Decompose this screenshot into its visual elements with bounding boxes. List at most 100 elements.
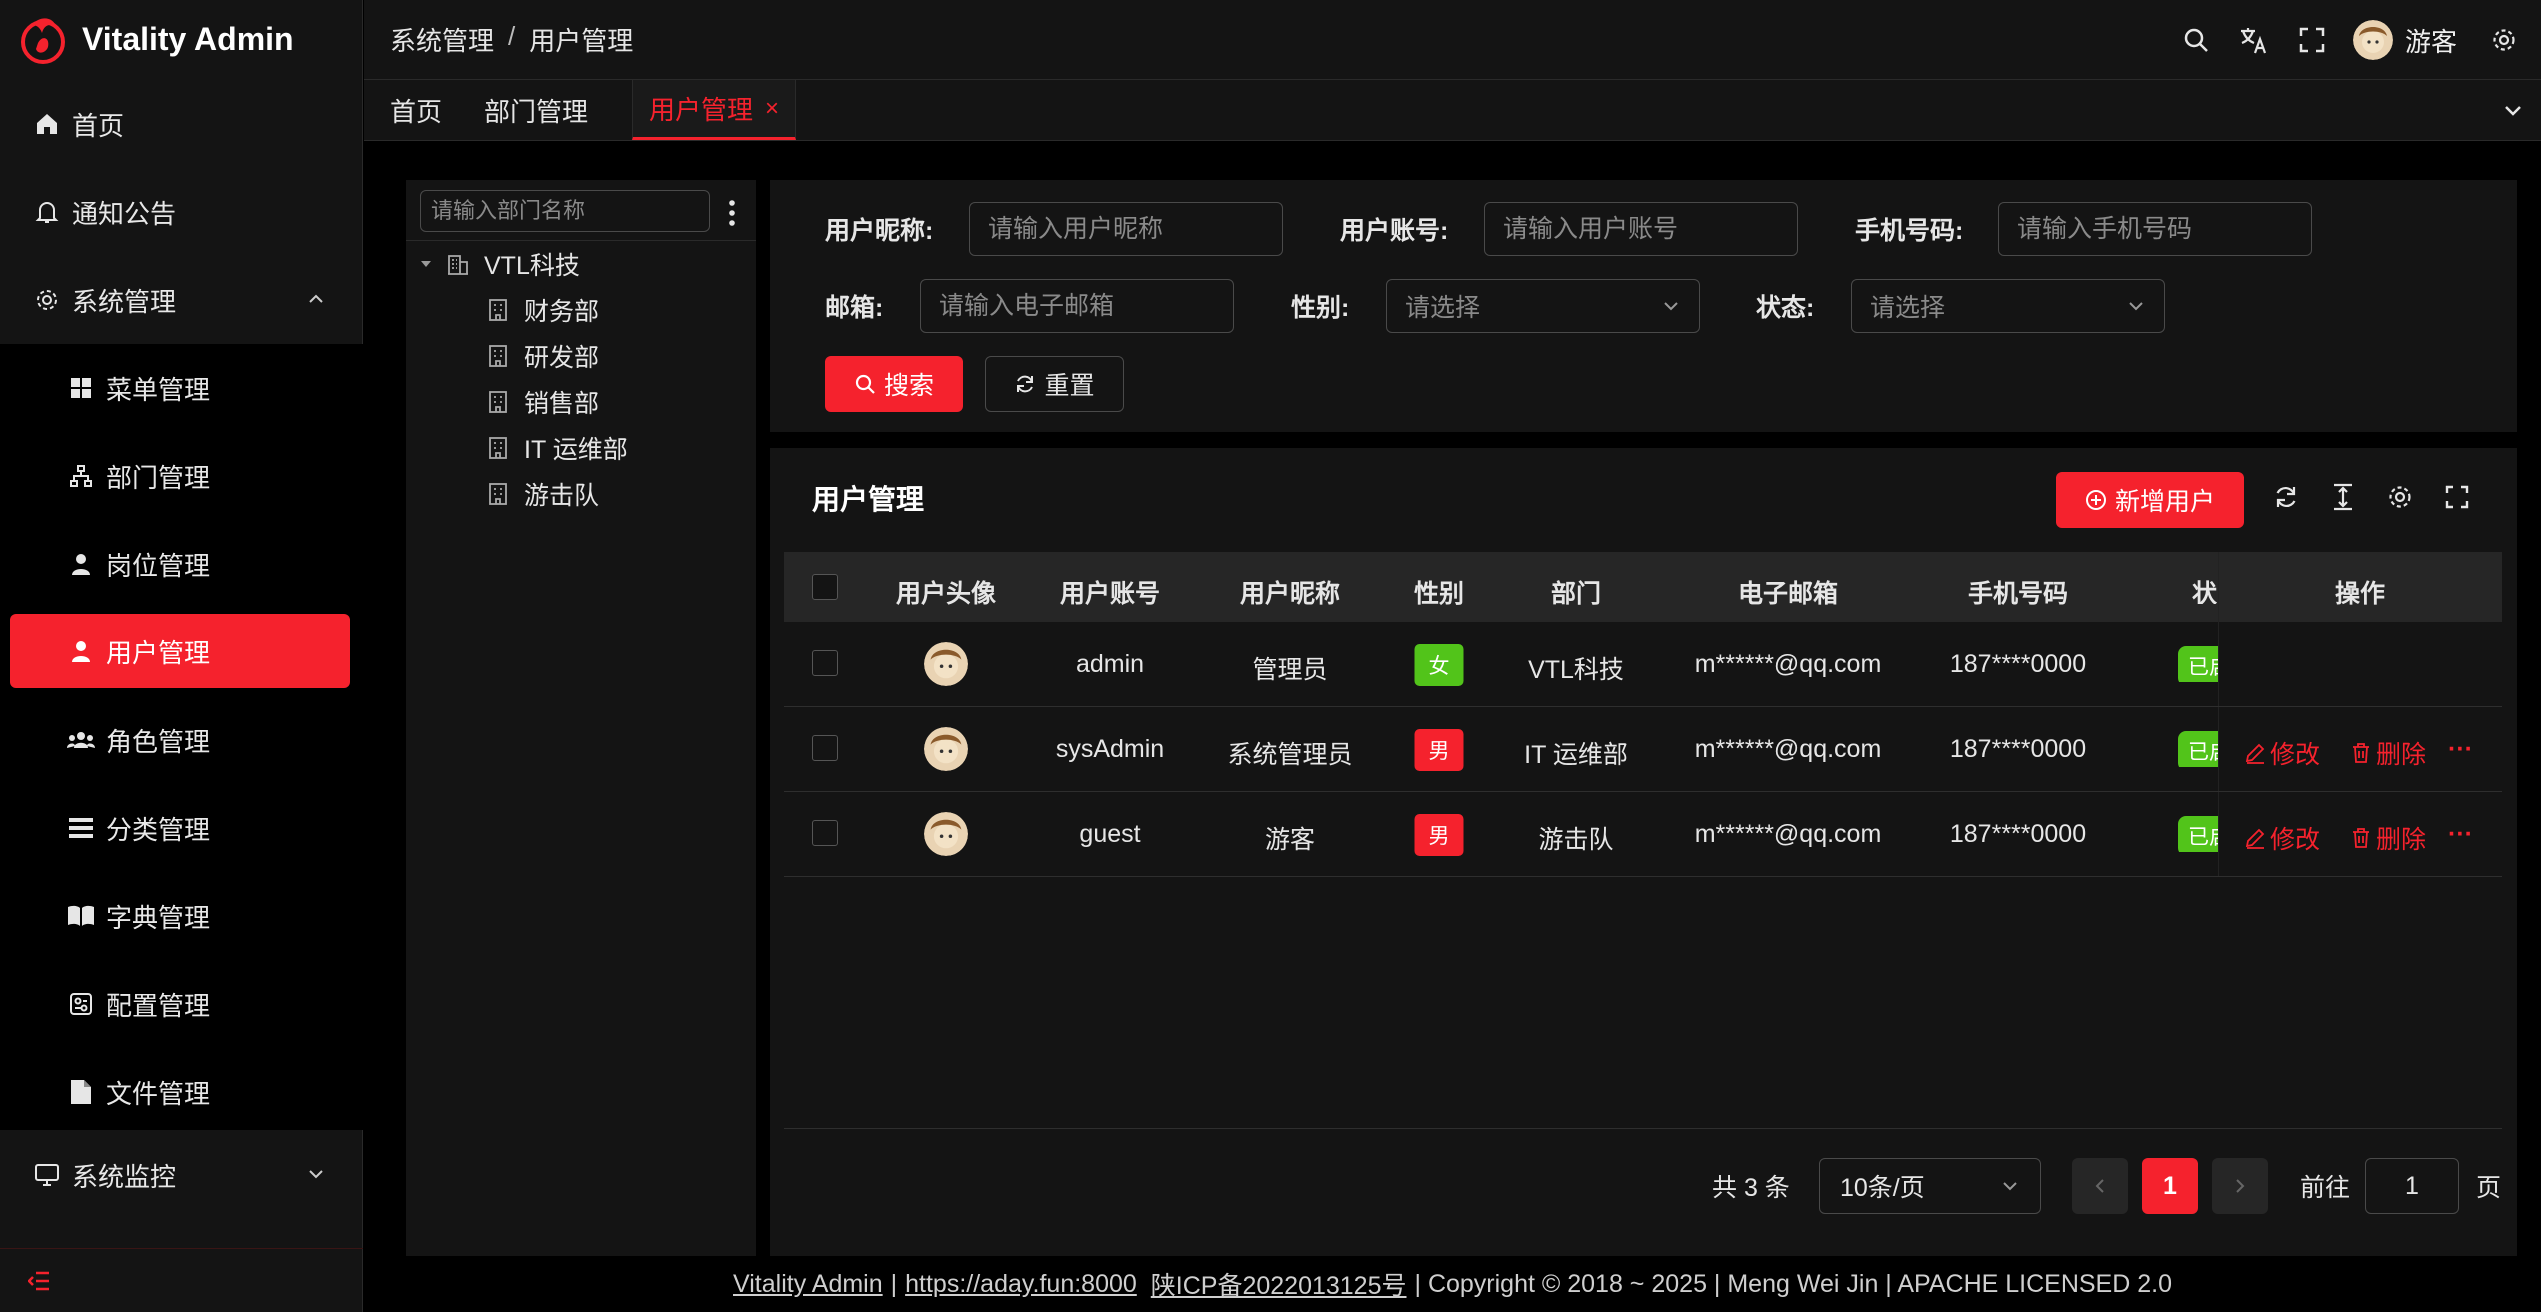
page-size-value: 10条/页 <box>1840 1174 1925 1202</box>
refresh-icon[interactable] <box>2271 482 2301 512</box>
settings-gear-icon[interactable] <box>2487 23 2521 57</box>
sidebar-item-category[interactable]: 分类管理 <box>0 784 363 872</box>
phone-input[interactable] <box>2017 214 2293 244</box>
collapse-menu-icon <box>28 1271 49 1290</box>
breadcrumb-item-current: 用户管理 <box>529 26 634 56</box>
gender-label: 性别: <box>1291 294 1350 322</box>
translate-icon[interactable] <box>2237 23 2271 57</box>
email-input[interactable] <box>939 291 1215 321</box>
select-all-checkbox[interactable] <box>812 574 838 600</box>
cell-dept: IT 运维部 <box>1524 741 1628 769</box>
edit-icon <box>2245 828 2265 849</box>
tabs-dropdown-chevron-icon[interactable] <box>2501 98 2525 127</box>
dept-search-box <box>420 190 719 232</box>
search-button[interactable]: 搜索 <box>825 356 963 412</box>
goto-page-input[interactable]: 1 <box>2365 1158 2459 1214</box>
tab-home[interactable]: 首页 <box>390 80 442 140</box>
sidebar-item-role[interactable]: 角色管理 <box>0 696 363 784</box>
table-row: admin 管理员 女 VTL科技 m******@qq.com 187****… <box>784 622 2502 707</box>
dept-search-input[interactable] <box>431 198 719 224</box>
fullscreen-icon[interactable] <box>2295 23 2329 57</box>
office-icon <box>489 345 507 367</box>
tree-node[interactable]: 研发部 <box>486 336 599 376</box>
tree-node[interactable]: IT 运维部 <box>486 428 628 468</box>
org-icon <box>66 461 96 491</box>
add-user-button[interactable]: 新增用户 <box>2056 472 2244 528</box>
chevron-left-icon <box>2095 1179 2104 1193</box>
email-label: 邮箱: <box>825 294 884 322</box>
status-select[interactable]: 请选择 <box>1851 279 2165 333</box>
footer-site-link[interactable]: https://aday.fun:8000 <box>905 1270 1137 1299</box>
status-select-value: 请选择 <box>1870 294 1946 322</box>
cell-phone: 187****0000 <box>1949 650 2087 678</box>
building-icon <box>448 255 468 275</box>
search-icon[interactable] <box>2179 23 2213 57</box>
row-checkbox[interactable] <box>812 735 838 761</box>
tree-node-label: 财务部 <box>524 298 600 326</box>
row-checkbox[interactable] <box>812 650 838 676</box>
footer-icp-link[interactable]: 陕ICP备2022013125号 <box>1151 1266 1407 1302</box>
sidebar-item-monitor[interactable]: 系统监控 <box>0 1131 363 1219</box>
reset-button[interactable]: 重置 <box>985 356 1124 412</box>
close-icon[interactable]: × <box>765 95 779 123</box>
list-icon <box>66 813 96 843</box>
row-checkbox[interactable] <box>812 820 838 846</box>
delete-button[interactable]: 删除 <box>2350 735 2426 771</box>
avatar[interactable] <box>2352 20 2393 60</box>
tree-node-label: 研发部 <box>524 344 600 372</box>
sidebar-item-menu[interactable]: 菜单管理 <box>0 344 363 432</box>
sidebar-item-home[interactable]: 首页 <box>0 80 363 168</box>
sidebar-item-config[interactable]: 配置管理 <box>0 960 363 1048</box>
email-field <box>920 279 1234 333</box>
tree-node[interactable]: 销售部 <box>486 382 599 422</box>
cell-email: m******@qq.com <box>1694 735 1882 763</box>
account-input[interactable] <box>1503 214 1779 244</box>
column-settings-gear-icon[interactable] <box>2385 482 2415 512</box>
cell-dept: VTL科技 <box>1528 656 1624 684</box>
sidebar: Vitality Admin 首页 通知公告 系统管理 菜单管理 部门管理 岗位… <box>0 0 363 1312</box>
delete-button[interactable]: 删除 <box>2350 820 2426 856</box>
office-icon <box>489 391 507 413</box>
logo[interactable]: Vitality Admin <box>0 0 362 79</box>
collapse-sidebar-button[interactable] <box>0 1248 363 1312</box>
next-page-button[interactable] <box>2212 1158 2268 1214</box>
prev-page-button[interactable] <box>2072 1158 2128 1214</box>
chevron-down-icon <box>2129 302 2143 311</box>
user-name[interactable]: 游客 <box>2405 22 2457 59</box>
tree-node[interactable]: 财务部 <box>486 290 599 330</box>
more-actions-button[interactable]: ··· <box>2448 735 2473 764</box>
tab-label: 首页 <box>390 96 443 127</box>
sidebar-item-notice[interactable]: 通知公告 <box>0 168 363 256</box>
edit-button[interactable]: 修改 <box>2244 735 2320 771</box>
tree-node[interactable]: 游击队 <box>486 474 599 514</box>
search-icon <box>855 374 875 394</box>
cell-email: m******@qq.com <box>1694 820 1882 848</box>
more-actions-button[interactable]: ··· <box>2448 820 2473 849</box>
divider <box>406 240 756 241</box>
refresh-icon <box>1017 375 1034 393</box>
nickname-input[interactable] <box>988 214 1264 244</box>
cell-account: sysAdmin <box>1055 735 1165 763</box>
gender-select[interactable]: 请选择 <box>1386 279 1700 333</box>
table-title: 用户管理 <box>812 484 925 515</box>
edit-button[interactable]: 修改 <box>2244 820 2320 856</box>
sidebar-item-label: 配置管理 <box>106 990 211 1021</box>
tree-node-root[interactable]: VTL科技 <box>418 244 580 284</box>
footer-brand-link[interactable]: Vitality Admin <box>733 1270 883 1299</box>
sidebar-item-dept[interactable]: 部门管理 <box>0 432 363 520</box>
page-size-select[interactable]: 10条/页 <box>1819 1158 2041 1214</box>
tab-dept[interactable]: 部门管理 <box>484 80 588 140</box>
sidebar-item-user[interactable]: 用户管理 <box>10 614 350 688</box>
sidebar-item-file[interactable]: 文件管理 <box>0 1048 363 1136</box>
sidebar-item-post[interactable]: 岗位管理 <box>0 520 363 608</box>
column-height-icon[interactable] <box>2328 482 2358 512</box>
more-vertical-icon[interactable] <box>722 198 742 228</box>
tab-user-active[interactable]: 用户管理 × <box>632 80 797 140</box>
page-number-current[interactable]: 1 <box>2142 1158 2198 1214</box>
sidebar-item-dict[interactable]: 字典管理 <box>0 872 363 960</box>
table-row: guest 游客 男 游击队 m******@qq.com 187****000… <box>784 792 2502 877</box>
sidebar-item-system[interactable]: 系统管理 <box>0 256 363 344</box>
breadcrumb-item[interactable]: 系统管理 <box>390 21 494 58</box>
caret-down-icon[interactable] <box>418 256 434 272</box>
fullscreen-icon[interactable] <box>2442 482 2472 512</box>
